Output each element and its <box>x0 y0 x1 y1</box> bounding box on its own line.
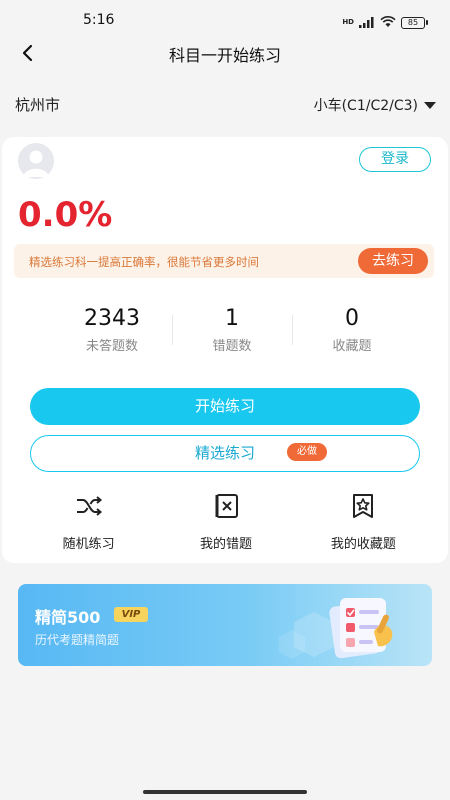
wifi-icon <box>380 13 396 32</box>
home-indicator[interactable] <box>143 790 307 794</box>
stats-row: 2343 未答题数 1 错题数 0 收藏题 <box>52 305 412 359</box>
go-practice-button[interactable]: 去练习 <box>358 248 428 274</box>
promo-banner[interactable]: 精简500 VIP 历代考题精简题 <box>18 584 432 666</box>
wrong-book-icon <box>215 494 238 518</box>
battery-icon: 85 <box>401 16 428 29</box>
battery-level: 85 <box>401 16 425 29</box>
tool-label: 我的错题 <box>199 537 252 552</box>
car-type-label: 小车(C1/C2/C3) <box>313 98 418 114</box>
stat-unanswered[interactable]: 2343 未答题数 <box>52 305 172 359</box>
car-type-selector[interactable]: 小车(C1/C2/C3) <box>314 95 436 115</box>
vip-badge: VIP <box>114 607 148 622</box>
stat-wrong[interactable]: 1 错题数 <box>172 305 292 359</box>
selected-practice-button[interactable]: 精选练习 必做 <box>30 435 420 472</box>
shuffle-icon <box>76 496 102 516</box>
stat-value: 1 <box>225 306 239 331</box>
selected-practice-label: 精选练习 <box>194 444 255 462</box>
tool-label: 我的收藏题 <box>330 537 396 552</box>
accuracy-rate: 0.0% <box>18 195 113 235</box>
promo-title: 精简500 <box>35 608 101 627</box>
stat-label: 未答题数 <box>85 339 138 354</box>
checklist-illustration-icon <box>279 598 393 659</box>
tool-row: 随机练习 我的错题 我的收藏题 <box>20 491 432 552</box>
caret-down-icon <box>424 101 436 109</box>
tip-bar: 精选练习科一提高正确率，很能节省更多时间 去练习 <box>14 244 434 278</box>
signal-icon <box>359 13 375 32</box>
tool-wrong-questions[interactable]: 我的错题 <box>157 491 294 552</box>
practice-card: 登录 0.0% 精选练习科一提高正确率，很能节省更多时间 去练习 2343 未答… <box>2 137 448 563</box>
status-bar: 5:16 HD 85 <box>0 0 450 36</box>
avatar[interactable] <box>18 143 54 179</box>
login-button[interactable]: 登录 <box>359 147 431 172</box>
stat-value: 2343 <box>84 306 140 331</box>
must-do-badge: 必做 <box>287 443 327 461</box>
city-label[interactable]: 杭州市 <box>15 94 60 115</box>
star-bookmark-icon <box>353 494 374 518</box>
tool-favorite-questions[interactable]: 我的收藏题 <box>295 491 432 552</box>
nav-bar: 科目一开始练习 <box>0 36 450 70</box>
hd-icon: HD <box>342 18 354 26</box>
promo-subtitle: 历代考题精简题 <box>35 633 120 647</box>
status-time: 5:16 <box>83 12 115 28</box>
stat-label: 错题数 <box>212 339 252 354</box>
tip-text: 精选练习科一提高正确率，很能节省更多时间 <box>29 255 259 269</box>
start-practice-button[interactable]: 开始练习 <box>30 388 420 425</box>
tool-random-practice[interactable]: 随机练习 <box>20 491 157 552</box>
status-icons: HD 85 <box>342 13 428 32</box>
tool-label: 随机练习 <box>62 537 115 552</box>
stat-value: 0 <box>345 306 359 331</box>
stat-label: 收藏题 <box>332 339 372 354</box>
stat-favorites[interactable]: 0 收藏题 <box>292 305 412 359</box>
page-title: 科目一开始练习 <box>168 46 281 65</box>
